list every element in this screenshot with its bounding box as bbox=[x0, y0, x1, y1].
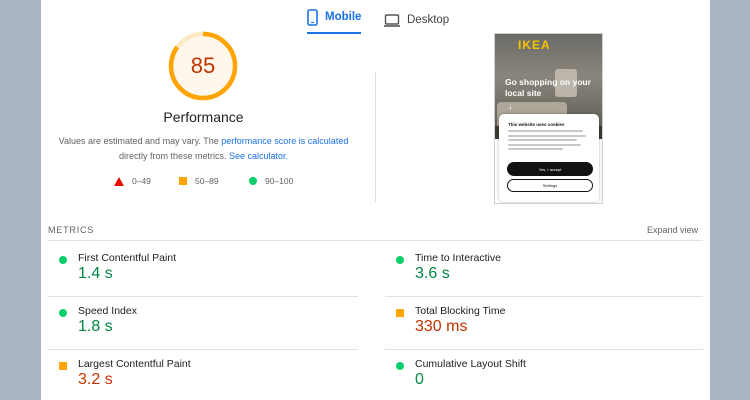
performance-title: Performance bbox=[163, 109, 244, 125]
legend-fail-label: 0–49 bbox=[132, 176, 151, 186]
metrics-divider bbox=[48, 240, 703, 241]
legend-average: 50–89 bbox=[179, 176, 219, 186]
metric-name: Speed Index bbox=[78, 305, 137, 317]
metric-value: 3.6 s bbox=[415, 265, 450, 282]
row-divider bbox=[48, 349, 358, 350]
metric-name: Cumulative Layout Shift bbox=[415, 358, 526, 370]
cookie-dialog-title: This website uses cookies bbox=[508, 122, 565, 127]
metric-value: 330 ms bbox=[415, 318, 468, 335]
average-square-icon bbox=[396, 309, 404, 317]
report-panel: Mobile Desktop 85 Performance Values are… bbox=[41, 0, 710, 400]
tab-desktop-label: Desktop bbox=[407, 14, 450, 26]
row-divider bbox=[385, 296, 703, 297]
performance-description: Values are estimated and may vary. The p… bbox=[51, 134, 356, 164]
metric-value: 0 bbox=[415, 371, 424, 388]
tab-mobile-label: Mobile bbox=[325, 11, 362, 23]
metric-name: Time to Interactive bbox=[415, 252, 501, 264]
performance-score-link[interactable]: performance score is calculated bbox=[221, 136, 348, 146]
desktop-icon bbox=[384, 13, 400, 27]
description-text: Values are estimated and may vary. The bbox=[58, 136, 222, 146]
metric-name: First Contentful Paint bbox=[78, 252, 177, 264]
legend-average-label: 50–89 bbox=[195, 176, 219, 186]
average-square-icon bbox=[59, 362, 67, 370]
cookie-dialog: This website uses cookies Yes, I accept … bbox=[499, 114, 599, 202]
tab-mobile[interactable]: Mobile bbox=[307, 6, 362, 34]
description-text-2: directly from these metrics. bbox=[118, 151, 229, 161]
pass-circle-icon bbox=[59, 309, 67, 317]
pass-circle-icon bbox=[59, 256, 67, 264]
metric-name: Total Blocking Time bbox=[415, 305, 506, 317]
pass-circle-icon bbox=[396, 362, 404, 370]
legend-fail: 0–49 bbox=[114, 176, 151, 186]
metric-value: 3.2 s bbox=[78, 371, 113, 388]
metrics-heading: METRICS bbox=[48, 225, 95, 235]
pass-circle-icon bbox=[396, 256, 404, 264]
page-screenshot-thumbnail: IKEA Go shopping on your local site ↓ Th… bbox=[494, 33, 603, 204]
row-divider bbox=[385, 349, 703, 350]
cookie-settings-button: Settings bbox=[507, 179, 593, 192]
row-divider bbox=[48, 296, 358, 297]
tab-desktop[interactable]: Desktop bbox=[384, 6, 449, 34]
thumbnail-headline: Go shopping on your local site bbox=[505, 77, 591, 98]
metric-value: 1.8 s bbox=[78, 318, 113, 335]
see-calculator-link[interactable]: See calculator. bbox=[229, 151, 288, 161]
ikea-logo: IKEA bbox=[518, 38, 551, 52]
performance-score: 85 bbox=[190, 53, 216, 78]
down-arrow-icon: ↓ bbox=[508, 101, 513, 111]
pass-circle-icon bbox=[249, 177, 257, 185]
vertical-divider bbox=[375, 72, 376, 202]
expand-view-link[interactable]: Expand view bbox=[647, 225, 698, 235]
legend-pass-label: 90–100 bbox=[265, 176, 294, 186]
cookie-dialog-body bbox=[508, 130, 586, 153]
fail-triangle-icon bbox=[114, 176, 124, 186]
mobile-icon bbox=[307, 8, 318, 26]
average-square-icon bbox=[179, 177, 187, 185]
cookie-accept-button: Yes, I accept bbox=[507, 162, 593, 176]
metric-value: 1.4 s bbox=[78, 265, 113, 282]
legend-pass: 90–100 bbox=[249, 176, 293, 186]
metric-name: Largest Contentful Paint bbox=[78, 358, 191, 370]
